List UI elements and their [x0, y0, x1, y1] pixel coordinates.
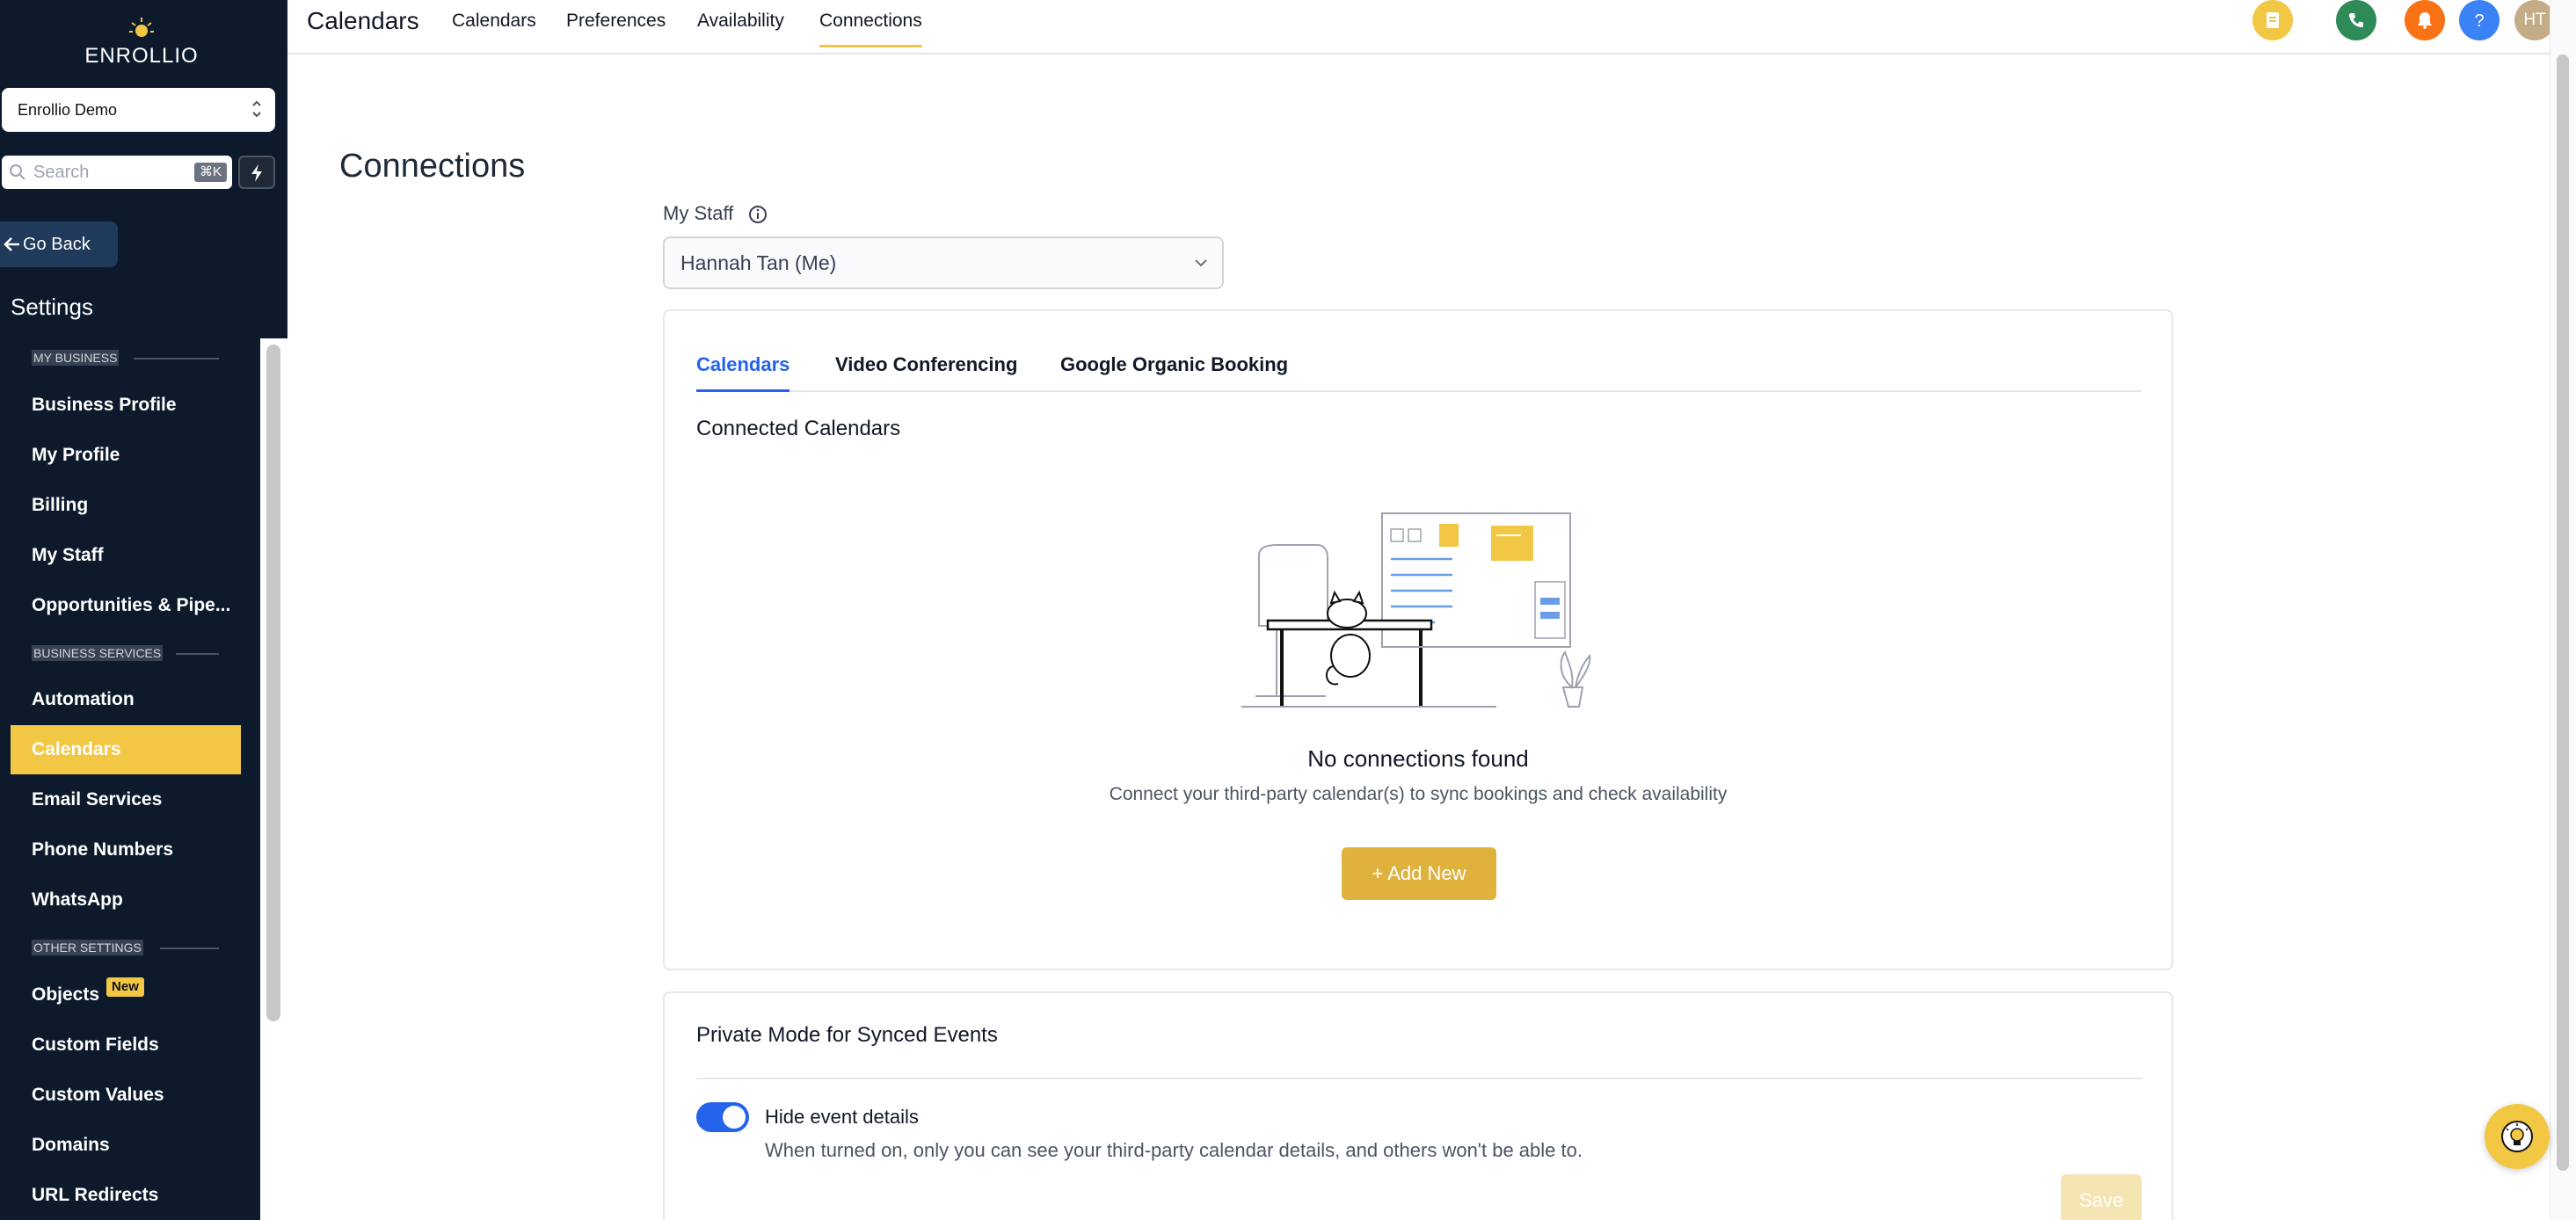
sidebar-item-opportunities[interactable]: Opportunities & Pipe... [11, 581, 241, 630]
empty-state-subtitle: Connect your third-party calendar(s) to … [1109, 784, 1728, 804]
tab-google-organic-booking[interactable]: Google Organic Booking [1060, 353, 1288, 392]
sidebar-item-email-services[interactable]: Email Services [11, 775, 241, 824]
private-mode-heading: Private Mode for Synced Events [696, 1023, 998, 1047]
go-back-button[interactable]: Go Back [0, 221, 118, 267]
help-icon: ? [2474, 11, 2484, 30]
tab-preferences[interactable]: Preferences [566, 11, 666, 32]
svg-text:?: ? [2474, 11, 2484, 30]
chevron-down-icon [1195, 259, 1207, 267]
quick-actions-button[interactable] [238, 156, 275, 189]
tab-video-conferencing[interactable]: Video Conferencing [835, 353, 1017, 392]
hide-event-details-toggle[interactable] [696, 1102, 749, 1132]
toggle-help-text: When turned on, only you can see your th… [765, 1139, 1583, 1161]
tab-availability[interactable]: Availability [697, 11, 784, 32]
brand-wordmark: ENROLLIO [84, 44, 199, 68]
brand-logo[interactable]: ENROLLIO [84, 16, 199, 69]
tab-calendars[interactable]: Calendars [452, 11, 536, 32]
account-switcher[interactable]: Enrollio Demo [2, 88, 275, 132]
section-label-my-business: MY BUSINESS [32, 350, 120, 366]
sidebar-search-input[interactable]: Search ⌘K [2, 156, 232, 189]
page-title: Connections [339, 148, 526, 185]
sidebar-item-business-profile[interactable]: Business Profile [11, 381, 241, 430]
sidebar-item-billing[interactable]: Billing [11, 481, 241, 530]
search-placeholder: Search [33, 163, 90, 182]
phone-icon [2349, 13, 2363, 27]
toggle-label: Hide event details [765, 1106, 919, 1128]
staff-select-value: Hannah Tan (Me) [680, 251, 837, 274]
sidebar-item-my-staff[interactable]: My Staff [11, 531, 241, 580]
plus-icon: + [1372, 862, 1388, 884]
search-icon [10, 164, 25, 180]
notes-icon [2267, 12, 2279, 28]
sidebar-item-domains[interactable]: Domains [11, 1121, 241, 1170]
phone-button[interactable] [2336, 0, 2376, 40]
bolt-icon [251, 164, 262, 182]
section-divider [176, 653, 219, 655]
info-icon[interactable] [747, 204, 768, 225]
private-mode-card: Private Mode for Synced Events Hide even… [663, 991, 2173, 1220]
sidebar-item-my-profile[interactable]: My Profile [11, 431, 241, 480]
sidebar-item-custom-values[interactable]: Custom Values [11, 1071, 241, 1120]
sidebar-item-whatsapp[interactable]: WhatsApp [11, 875, 241, 925]
updown-chevron-icon [252, 100, 261, 118]
assistant-fab[interactable] [2485, 1104, 2550, 1169]
help-button[interactable]: ? [2459, 0, 2500, 40]
lightbulb-icon [2501, 1121, 2533, 1152]
app-title: Calendars [307, 7, 419, 34]
tab-connections[interactable]: Connections [819, 11, 922, 47]
toggle-knob [723, 1106, 746, 1129]
connections-card: Calendars Video Conferencing Google Orga… [663, 309, 2173, 970]
section-label-business-services: BUSINESS SERVICES [32, 645, 164, 661]
sidebar-item-objects[interactable]: Objects New [11, 970, 241, 1020]
account-name: Enrollio Demo [18, 101, 118, 119]
sidebar-item-label: Objects [32, 984, 100, 1005]
sidebar: ENROLLIO Enrollio Demo Search ⌘K Go Back… [0, 0, 287, 1220]
sidebar-item-custom-fields[interactable]: Custom Fields [11, 1020, 241, 1070]
section-divider [160, 948, 219, 949]
add-new-button[interactable]: + Add New [1342, 847, 1496, 900]
tab-calendars[interactable]: Calendars [696, 353, 790, 392]
empty-state-illustration [1241, 512, 1591, 708]
save-button[interactable]: Save [2061, 1174, 2142, 1220]
arrow-left-icon [4, 237, 19, 251]
sidebar-item-calendars[interactable]: Calendars [11, 725, 241, 774]
sidebar-item-url-redirects[interactable]: URL Redirects [11, 1171, 241, 1220]
divider [696, 1078, 2142, 1079]
empty-state-title: No connections found [1307, 745, 1529, 772]
notifications-button[interactable] [2405, 0, 2445, 40]
new-badge: New [106, 977, 144, 997]
top-bar: Calendars Calendars Preferences Availabi… [287, 0, 2556, 54]
page-scrollbar-thumb[interactable] [2557, 54, 2569, 1171]
bell-icon [2418, 12, 2432, 29]
section-label-other-settings: OTHER SETTINGS [32, 940, 143, 955]
settings-title: Settings [11, 294, 93, 320]
connections-tabs: Calendars Video Conferencing Google Orga… [696, 353, 2142, 392]
staff-select[interactable]: Hannah Tan (Me) [663, 236, 1224, 289]
notes-button[interactable] [2252, 0, 2293, 40]
section-divider [134, 358, 219, 359]
sidebar-item-automation[interactable]: Automation [11, 675, 241, 724]
sun-logo-icon [129, 18, 154, 37]
staff-label: My Staff [663, 202, 734, 224]
go-back-label: Go Back [23, 235, 91, 254]
connected-calendars-heading: Connected Calendars [696, 417, 901, 440]
sidebar-item-phone-numbers[interactable]: Phone Numbers [11, 825, 241, 875]
add-new-label: Add New [1387, 862, 1466, 884]
search-shortcut: ⌘K [193, 163, 227, 182]
sidebar-scrollbar-thumb[interactable] [266, 345, 280, 1021]
